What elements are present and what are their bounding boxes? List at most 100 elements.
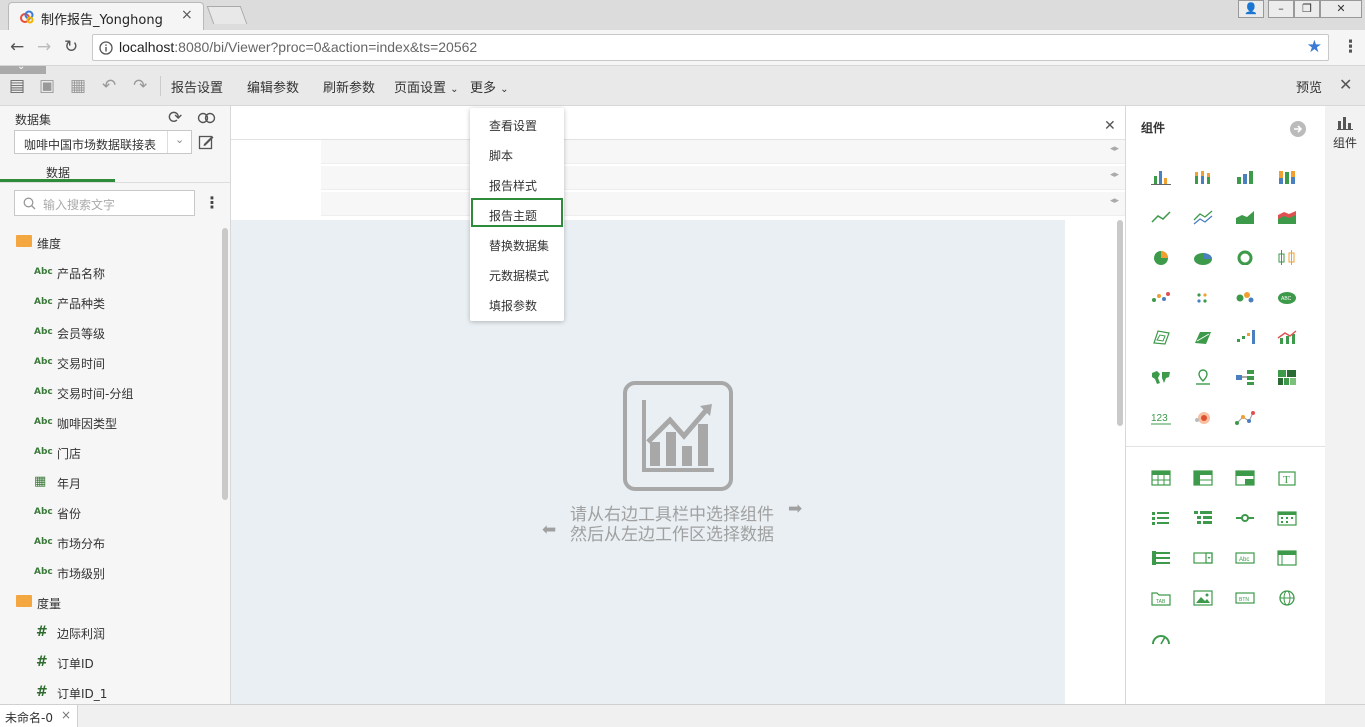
calendar-icon[interactable] [1276, 510, 1298, 526]
tree-field[interactable]: Abc 门店 [0, 438, 220, 468]
gauge-icon[interactable] [1150, 630, 1172, 646]
word-cloud-icon[interactable]: ABC [1276, 289, 1298, 305]
strip-arrows-icon[interactable]: ◂▸ [1110, 144, 1119, 154]
tree-field[interactable]: Abc 产品名称 [0, 258, 220, 288]
tree-field[interactable]: Abc 市场分布 [0, 528, 220, 558]
bar-chart-icon[interactable] [1337, 116, 1353, 130]
dot-icon[interactable] [1192, 289, 1214, 305]
save-icon[interactable]: ▣ [39, 76, 55, 96]
crosstab-icon[interactable] [1192, 470, 1214, 486]
tree-folder[interactable]: 维度 [0, 228, 220, 258]
url-field[interactable]: localhost:8080/bi/Viewer?proc=0&action=i… [92, 34, 1329, 61]
forward-arrow-icon[interactable]: → [37, 37, 51, 57]
button-icon[interactable]: BTN [1234, 590, 1256, 606]
browser-menu-icon[interactable]: ⋮ [1342, 37, 1359, 57]
field-options-icon[interactable]: ⋮ [204, 193, 220, 212]
close-editor-icon[interactable]: ✕ [1339, 75, 1352, 94]
text-input-icon[interactable]: Abc [1234, 550, 1256, 566]
page-settings-menu[interactable]: 页面设置 ⌄ [394, 77, 459, 96]
tree-field[interactable]: # 订单ID_1 [0, 678, 220, 704]
tree-field[interactable]: Abc 交易时间 [0, 348, 220, 378]
field-search-input[interactable]: 输入搜索文字 [14, 190, 195, 216]
grid-icon[interactable] [1276, 550, 1298, 566]
freestyle-table-icon[interactable] [1234, 470, 1256, 486]
menu-item-view-settings[interactable]: 查看设置 [470, 108, 564, 138]
area-icon[interactable] [1234, 209, 1256, 225]
redo-icon[interactable]: ↷ [133, 76, 147, 96]
multi-line-icon[interactable] [1192, 209, 1214, 225]
image-icon[interactable] [1192, 590, 1214, 606]
slider-icon[interactable] [1234, 510, 1256, 526]
menu-item-fill-params[interactable]: 填报参数 [470, 288, 564, 318]
stack-bar-h-icon[interactable] [1276, 169, 1298, 185]
edit-params-menu[interactable]: 编辑参数 [247, 77, 299, 96]
network-icon[interactable] [1234, 409, 1256, 425]
components-tab-label[interactable]: 组件 [1333, 134, 1357, 151]
web-icon[interactable] [1276, 590, 1298, 606]
reload-icon[interactable]: ↻ [64, 37, 78, 57]
window-close-button[interactable]: ✕ [1320, 0, 1362, 18]
new-tab-button[interactable] [206, 6, 248, 24]
menu-item-metadata-mode[interactable]: 元数据模式 [470, 258, 564, 288]
tree-field[interactable]: Abc 会员等级 [0, 318, 220, 348]
heat-grid-icon[interactable] [1276, 369, 1298, 385]
tree-field[interactable]: Abc 交易时间-分组 [0, 378, 220, 408]
canvas-drop-area[interactable]: 请从右边工具栏中选择组件 ➡ ⬅ 然后从左边工作区选择数据 [231, 220, 1065, 704]
combo-icon[interactable] [1276, 329, 1298, 345]
bubble-icon[interactable] [1234, 289, 1256, 305]
strip-arrows-icon[interactable]: ◂▸ [1110, 196, 1119, 206]
menu-item-script[interactable]: 脚本 [470, 138, 564, 168]
save-as-icon[interactable]: ▦ [70, 76, 86, 96]
tree-field[interactable]: # 边际利润 [0, 618, 220, 648]
radar-icon[interactable] [1150, 329, 1172, 345]
scatter-icon[interactable] [1150, 289, 1172, 305]
sheet-tab[interactable]: 未命名-0 × [0, 705, 78, 727]
maximize-button[interactable]: ❐ [1294, 0, 1320, 18]
tree-field[interactable]: Abc 产品种类 [0, 288, 220, 318]
tree-field[interactable]: # 订单ID [0, 648, 220, 678]
menu-item-report-theme[interactable]: 报告主题 [470, 198, 564, 228]
table-icon[interactable] [1150, 470, 1172, 486]
box-plot-icon[interactable] [1276, 249, 1298, 265]
tree-field[interactable]: ▦ 年月 [0, 468, 220, 498]
number-icon[interactable]: 123 [1150, 409, 1172, 425]
stack-bar-icon[interactable] [1192, 169, 1214, 185]
menu-item-replace-dataset[interactable]: 替换数据集 [470, 228, 564, 258]
stack-area-icon[interactable] [1276, 209, 1298, 225]
canvas-close-icon[interactable]: ✕ [1104, 118, 1116, 134]
world-map-icon[interactable] [1150, 369, 1172, 385]
tree-icon[interactable] [1192, 510, 1214, 526]
pie-icon[interactable] [1150, 249, 1172, 265]
back-arrow-icon[interactable]: ← [10, 37, 24, 57]
bar-icon[interactable] [1150, 169, 1172, 185]
map-pin-icon[interactable] [1192, 369, 1214, 385]
dataset-select[interactable]: 咖啡中国市场数据联接表 ⌄ [14, 130, 192, 154]
text-box-icon[interactable]: T [1276, 470, 1298, 486]
line-icon[interactable] [1150, 209, 1172, 225]
collapse-handle[interactable]: ⌄ [0, 61, 46, 74]
tree-field[interactable]: Abc 市场级别 [0, 558, 220, 588]
tree-map-icon[interactable] [1234, 369, 1256, 385]
pie-3d-icon[interactable] [1192, 249, 1214, 265]
heat-point-icon[interactable] [1192, 409, 1214, 425]
more-menu[interactable]: 更多 ⌄ [470, 77, 509, 96]
undo-icon[interactable]: ↶ [102, 76, 116, 96]
refresh-dataset-icon[interactable]: ⟳ [168, 108, 182, 128]
tab-icon[interactable]: TAB [1150, 590, 1172, 606]
edit-dataset-icon[interactable] [198, 134, 214, 150]
tree-folder[interactable]: 度量 [0, 588, 220, 618]
sheet-close-icon[interactable]: × [61, 708, 71, 722]
user-icon[interactable]: 👤 [1238, 0, 1264, 18]
bookmark-star-icon[interactable]: ★ [1307, 37, 1322, 57]
radar-2-icon[interactable] [1192, 329, 1214, 345]
canvas-scrollbar[interactable] [1117, 220, 1123, 426]
refresh-params-menu[interactable]: 刷新参数 [323, 77, 375, 96]
list-icon[interactable] [1150, 510, 1172, 526]
dataset-link-icon[interactable] [197, 112, 217, 124]
new-report-icon[interactable]: ▤ [9, 76, 25, 96]
strip-arrows-icon[interactable]: ◂▸ [1110, 170, 1119, 180]
report-settings-menu[interactable]: 报告设置 [171, 77, 223, 96]
menu-item-report-style[interactable]: 报告样式 [470, 168, 564, 198]
donut-icon[interactable] [1234, 249, 1256, 265]
tree-field[interactable]: Abc 省份 [0, 498, 220, 528]
